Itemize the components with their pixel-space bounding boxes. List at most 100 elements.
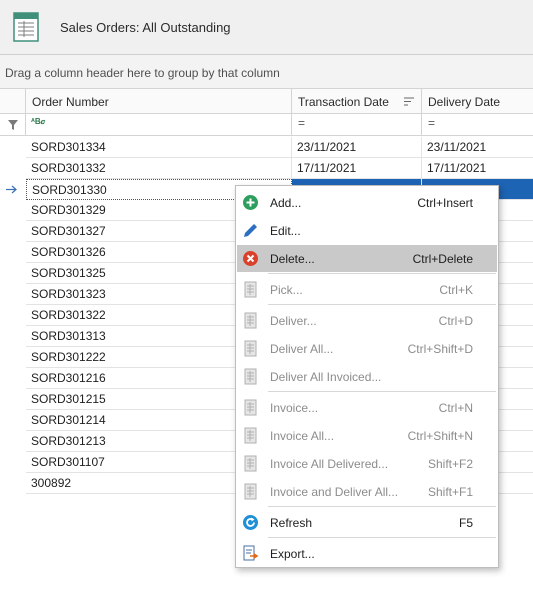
menu-item-shortcut: Ctrl+K bbox=[439, 283, 473, 297]
row-indicator-header bbox=[0, 89, 26, 114]
menu-item-label: Export... bbox=[270, 547, 315, 561]
row-indicator[interactable] bbox=[0, 200, 25, 221]
row-indicator[interactable] bbox=[0, 326, 25, 347]
cell-delivery-date[interactable]: 23/11/2021 bbox=[422, 137, 533, 158]
row-indicator[interactable] bbox=[0, 284, 25, 305]
document-icon bbox=[242, 281, 259, 298]
column-header-label: Delivery Date bbox=[428, 95, 501, 109]
table-row[interactable]: SORD301334 23/11/2021 23/11/2021 bbox=[0, 137, 533, 158]
menu-item-edit[interactable]: Edit... bbox=[237, 217, 497, 244]
export-icon bbox=[242, 545, 259, 562]
row-indicator[interactable] bbox=[0, 431, 25, 452]
window-title: Sales Orders: All Outstanding bbox=[60, 20, 231, 35]
row-indicator[interactable] bbox=[0, 137, 25, 158]
menu-separator bbox=[268, 391, 496, 392]
column-header-label: Transaction Date bbox=[298, 95, 389, 109]
cell-order-number[interactable]: SORD301334 bbox=[26, 137, 292, 158]
title-bar: Sales Orders: All Outstanding bbox=[0, 0, 533, 55]
context-menu: Add... Ctrl+Insert Edit... Delete... Ctrl+De… bbox=[235, 185, 499, 568]
row-indicator[interactable] bbox=[0, 473, 25, 494]
menu-item-label: Deliver... bbox=[270, 314, 317, 328]
menu-item-shortcut: Ctrl+D bbox=[438, 314, 473, 328]
filter-operator-contains[interactable]: ᴬB𝒄 bbox=[31, 117, 45, 127]
cell-order-number[interactable]: SORD301332 bbox=[26, 158, 292, 179]
menu-item-label: Refresh bbox=[270, 516, 313, 530]
column-header-transaction-date[interactable]: Transaction Date bbox=[292, 89, 422, 114]
column-header-delivery-date[interactable]: Delivery Date bbox=[422, 89, 533, 114]
document-icon bbox=[242, 399, 259, 416]
menu-item-delete[interactable]: Delete... Ctrl+Delete bbox=[237, 245, 497, 272]
menu-item-label: Edit... bbox=[270, 224, 301, 238]
pencil-icon bbox=[242, 222, 259, 239]
row-indicator[interactable] bbox=[0, 242, 25, 263]
menu-item-shortcut: Shift+F1 bbox=[427, 485, 473, 499]
row-indicator[interactable] bbox=[0, 347, 25, 368]
group-by-hint: Drag a column header here to group by th… bbox=[5, 66, 280, 80]
add-icon bbox=[242, 194, 259, 211]
cell-delivery-date[interactable]: 17/11/2021 bbox=[422, 158, 533, 179]
menu-item-shortcut: F5 bbox=[458, 516, 473, 530]
document-icon bbox=[242, 455, 259, 472]
row-indicator[interactable] bbox=[0, 158, 25, 179]
group-by-panel[interactable]: Drag a column header here to group by th… bbox=[0, 55, 533, 89]
cell-transaction-date[interactable]: 23/11/2021 bbox=[292, 137, 422, 158]
menu-item-deliver-all[interactable]: Deliver All... Ctrl+Shift+D bbox=[237, 335, 497, 362]
menu-item-label: Pick... bbox=[270, 283, 303, 297]
filter-operator-equals[interactable]: = bbox=[298, 116, 305, 130]
filter-icon[interactable] bbox=[8, 120, 18, 130]
sort-descending-icon[interactable] bbox=[404, 97, 414, 106]
row-indicator[interactable] bbox=[0, 410, 25, 431]
menu-separator bbox=[268, 537, 496, 538]
column-header-label: Order Number bbox=[32, 95, 109, 109]
current-row-arrow-icon bbox=[6, 185, 17, 194]
menu-item-add[interactable]: Add... Ctrl+Insert bbox=[237, 189, 497, 216]
filter-cell-transaction-date[interactable]: = bbox=[292, 114, 422, 136]
document-icon bbox=[242, 340, 259, 357]
menu-item-shortcut: Shift+F2 bbox=[427, 457, 473, 471]
row-indicator[interactable] bbox=[0, 221, 25, 242]
menu-item-shortcut: Ctrl+Insert bbox=[417, 196, 473, 210]
row-indicator[interactable] bbox=[0, 263, 25, 284]
menu-item-label: Invoice All... bbox=[270, 429, 335, 443]
row-indicator[interactable] bbox=[0, 389, 25, 410]
document-icon bbox=[242, 427, 259, 444]
sales-orders-icon bbox=[13, 12, 39, 42]
menu-item-invoice-all-delivered[interactable]: Invoice All Delivered... Shift+F2 bbox=[237, 450, 497, 477]
row-indicator[interactable] bbox=[0, 368, 25, 389]
menu-item-invoice-all[interactable]: Invoice All... Ctrl+Shift+N bbox=[237, 422, 497, 449]
document-icon bbox=[242, 368, 259, 385]
menu-item-label: Deliver All... bbox=[270, 342, 334, 356]
menu-separator bbox=[268, 304, 496, 305]
menu-separator bbox=[268, 273, 496, 274]
menu-item-refresh[interactable]: Refresh F5 bbox=[237, 509, 497, 536]
refresh-icon bbox=[242, 514, 259, 531]
menu-item-deliver-all-invoiced[interactable]: Deliver All Invoiced... bbox=[237, 363, 497, 390]
document-icon bbox=[242, 483, 259, 500]
menu-item-label: Add... bbox=[270, 196, 302, 210]
menu-separator bbox=[268, 506, 496, 507]
row-indicator[interactable] bbox=[0, 179, 25, 200]
menu-item-deliver[interactable]: Deliver... Ctrl+D bbox=[237, 307, 497, 334]
filter-row-indicator[interactable] bbox=[0, 114, 26, 136]
menu-item-label: Invoice... bbox=[270, 401, 319, 415]
menu-item-label: Invoice All Delivered... bbox=[270, 457, 389, 471]
menu-item-export[interactable]: Export... bbox=[237, 540, 497, 567]
column-header-order-number[interactable]: Order Number bbox=[26, 89, 292, 114]
menu-item-shortcut: Ctrl+Shift+D bbox=[407, 342, 473, 356]
row-indicator[interactable] bbox=[0, 305, 25, 326]
filter-cell-order-number[interactable]: ᴬB𝒄 bbox=[26, 114, 292, 136]
menu-item-label: Invoice and Deliver All... bbox=[270, 485, 399, 499]
filter-cell-delivery-date[interactable]: = bbox=[422, 114, 533, 136]
menu-item-shortcut: Ctrl+N bbox=[438, 401, 473, 415]
menu-item-invoice-and-deliver-all[interactable]: Invoice and Deliver All... Shift+F1 bbox=[237, 478, 497, 505]
menu-item-shortcut: Ctrl+Delete bbox=[412, 252, 473, 266]
filter-operator-equals[interactable]: = bbox=[428, 116, 435, 130]
menu-item-pick[interactable]: Pick... Ctrl+K bbox=[237, 276, 497, 303]
table-row[interactable]: SORD301332 17/11/2021 17/11/2021 bbox=[0, 158, 533, 179]
menu-item-invoice[interactable]: Invoice... Ctrl+N bbox=[237, 394, 497, 421]
document-icon bbox=[242, 312, 259, 329]
delete-icon bbox=[242, 250, 259, 267]
menu-item-label: Delete... bbox=[270, 252, 315, 266]
row-indicator[interactable] bbox=[0, 452, 25, 473]
cell-transaction-date[interactable]: 17/11/2021 bbox=[292, 158, 422, 179]
